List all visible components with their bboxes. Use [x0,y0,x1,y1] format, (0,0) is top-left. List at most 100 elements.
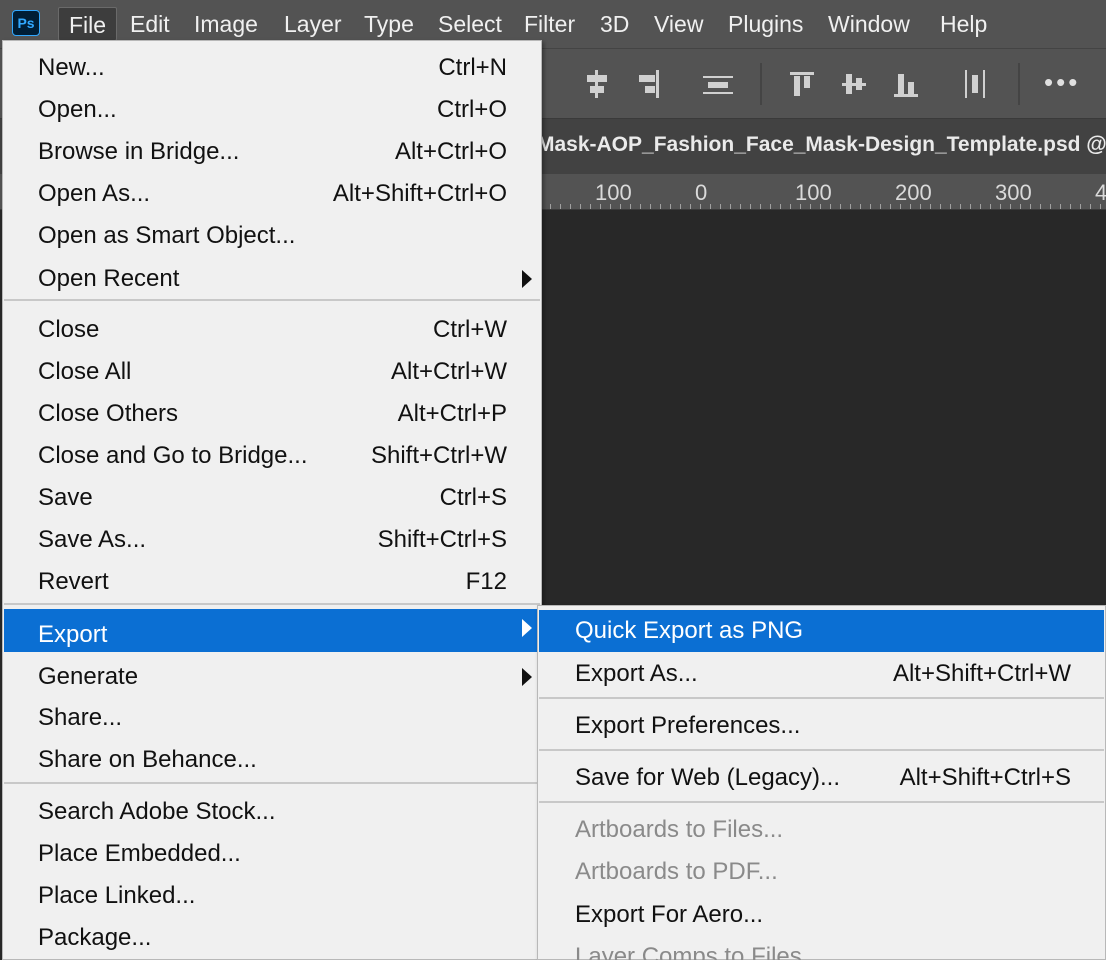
menu-item-label: Artboards to Files... [575,816,784,843]
menu-item-open-as-smart-object[interactable]: Open as Smart Object... [4,215,540,257]
file-menu: New... Ctrl+N Open... Ctrl+O Browse in B… [2,40,542,960]
menu-item-place-embedded[interactable]: Place Embedded... [4,833,540,875]
menu-item-shortcut: Alt+Ctrl+P [397,400,507,427]
menu-item-open-as[interactable]: Open As... Alt+Shift+Ctrl+O [4,173,540,215]
ruler-tick [940,204,941,209]
menu-item-share[interactable]: Share... [4,697,540,739]
align-bottom-edges-icon[interactable] [894,70,918,98]
menu-item-place-linked[interactable]: Place Linked... [4,875,540,917]
ruler-tick [1040,204,1041,209]
menu-select[interactable]: Select [428,7,512,41]
menu-image[interactable]: Image [184,7,268,41]
menu-item-label: Save [38,484,93,511]
menu-item-shortcut: Alt+Shift+Ctrl+S [899,764,1071,791]
menu-item-label: Quick Export as PNG [575,617,804,644]
menu-window[interactable]: Window [818,7,920,41]
ruler-tick [710,204,711,209]
more-options-icon[interactable]: ••• [1044,69,1080,95]
menu-item-layer-comps-to-files: Layer Comps to Files... [539,936,1104,960]
align-top-edges-icon[interactable] [790,70,814,98]
ruler-tick [1090,204,1091,209]
menu-item-artboards-to-files: Artboards to Files... [539,809,1104,851]
ruler-tick [790,204,791,209]
menu-item-new[interactable]: New... Ctrl+N [4,47,540,89]
menu-item-label: Open Recent [38,265,180,292]
menu-item-shortcut: Alt+Shift+Ctrl+O [332,180,507,207]
menu-item-label: Browse in Bridge... [38,138,240,165]
menu-item-shortcut: Ctrl+S [439,484,507,511]
menu-item-label: Export [38,621,108,648]
menu-item-artboards-to-pdf: Artboards to PDF... [539,851,1104,893]
ruler-tick [580,204,581,209]
ruler-tick [760,204,761,209]
menu-item-save[interactable]: Save Ctrl+S [4,477,540,519]
menu-item-label: Export For Aero... [575,901,764,928]
menu-3d[interactable]: 3D [590,7,639,41]
align-vertical-centers-icon[interactable] [842,70,866,98]
menu-plugins[interactable]: Plugins [718,7,813,41]
export-submenu: Quick Export as PNG Export As... Alt+Shi… [537,605,1106,960]
submenu-arrow-icon [522,270,532,288]
ruler-tick [560,204,561,209]
menu-type[interactable]: Type [354,7,424,41]
ruler-label: 200 [895,180,932,205]
ruler-label: 4 [1095,180,1106,206]
ruler-tick [860,204,861,209]
align-right-edges-icon[interactable] [637,70,661,98]
menu-item-open-recent[interactable]: Open Recent [4,258,540,300]
ruler-tick [770,204,771,209]
ruler-tick [750,204,751,209]
menu-item-shortcut: Ctrl+N [438,54,507,81]
menu-edit[interactable]: Edit [120,7,180,41]
menu-item-label: Layer Comps to Files... [575,943,822,960]
menu-item-open[interactable]: Open... Ctrl+O [4,89,540,131]
menu-item-close-and-go-to-bridge[interactable]: Close and Go to Bridge... Shift+Ctrl+W [4,435,540,477]
menu-item-label: Save for Web (Legacy)... [575,764,841,791]
distribute-vertical-icon[interactable] [703,70,733,98]
menu-item-export-for-aero[interactable]: Export For Aero... [539,894,1104,936]
menu-file[interactable]: File [58,7,118,41]
ruler-tick [740,204,741,209]
menu-item-shortcut: Alt+Ctrl+O [394,138,507,165]
menu-item-label: Share... [38,704,123,731]
menu-item-label: Generate [38,663,139,690]
menu-item-save-for-web[interactable]: Save for Web (Legacy)... Alt+Shift+Ctrl+… [539,757,1104,799]
menu-item-label: Export Preferences... [575,712,801,739]
menu-help[interactable]: Help [930,7,997,41]
document-title: tMask-AOP_Fashion_Face_Mask-Design_Templ… [530,133,1106,156]
ruler-tick [870,204,871,209]
ruler-tick [990,204,991,209]
menu-item-export-as[interactable]: Export As... Alt+Shift+Ctrl+W [539,653,1104,695]
menu-filter[interactable]: Filter [514,7,585,41]
ruler-tick [650,204,651,209]
menu-item-generate[interactable]: Generate [4,656,540,698]
menu-item-package[interactable]: Package... [4,917,540,959]
distribute-horizontal-icon[interactable] [963,70,987,98]
menu-item-revert[interactable]: Revert F12 [4,561,540,603]
menu-item-export-preferences[interactable]: Export Preferences... [539,705,1104,747]
menu-item-close-others[interactable]: Close Others Alt+Ctrl+P [4,393,540,435]
align-horizontal-centers-icon[interactable] [585,70,609,98]
menu-item-label: Close and Go to Bridge... [38,442,308,469]
menu-item-browse-in-bridge[interactable]: Browse in Bridge... Alt+Ctrl+O [4,131,540,173]
menu-item-export[interactable]: Export [4,609,540,652]
ruler-tick [950,204,951,209]
menu-item-save-as[interactable]: Save As... Shift+Ctrl+S [4,519,540,561]
ruler-tick [680,204,681,209]
menu-item-label: Open As... [38,180,151,207]
menu-layer[interactable]: Layer [274,7,352,41]
menu-item-shortcut: Shift+Ctrl+W [370,442,507,469]
ruler-tick [640,204,641,209]
menu-item-close[interactable]: Close Ctrl+W [4,309,540,351]
ruler-label: 100 [795,180,832,205]
menu-view[interactable]: View [644,7,713,41]
menu-item-share-on-behance[interactable]: Share on Behance... [4,739,540,781]
ruler-tick [570,204,571,209]
menu-divider [539,801,1104,803]
photoshop-logo: Ps [12,10,40,36]
menu-item-quick-export-as-png[interactable]: Quick Export as PNG [539,610,1104,652]
menu-item-close-all[interactable]: Close All Alt+Ctrl+W [4,351,540,393]
menu-item-label: Open as Smart Object... [38,222,296,249]
menu-item-label: Close Others [38,400,179,427]
menu-item-search-adobe-stock[interactable]: Search Adobe Stock... [4,791,540,833]
